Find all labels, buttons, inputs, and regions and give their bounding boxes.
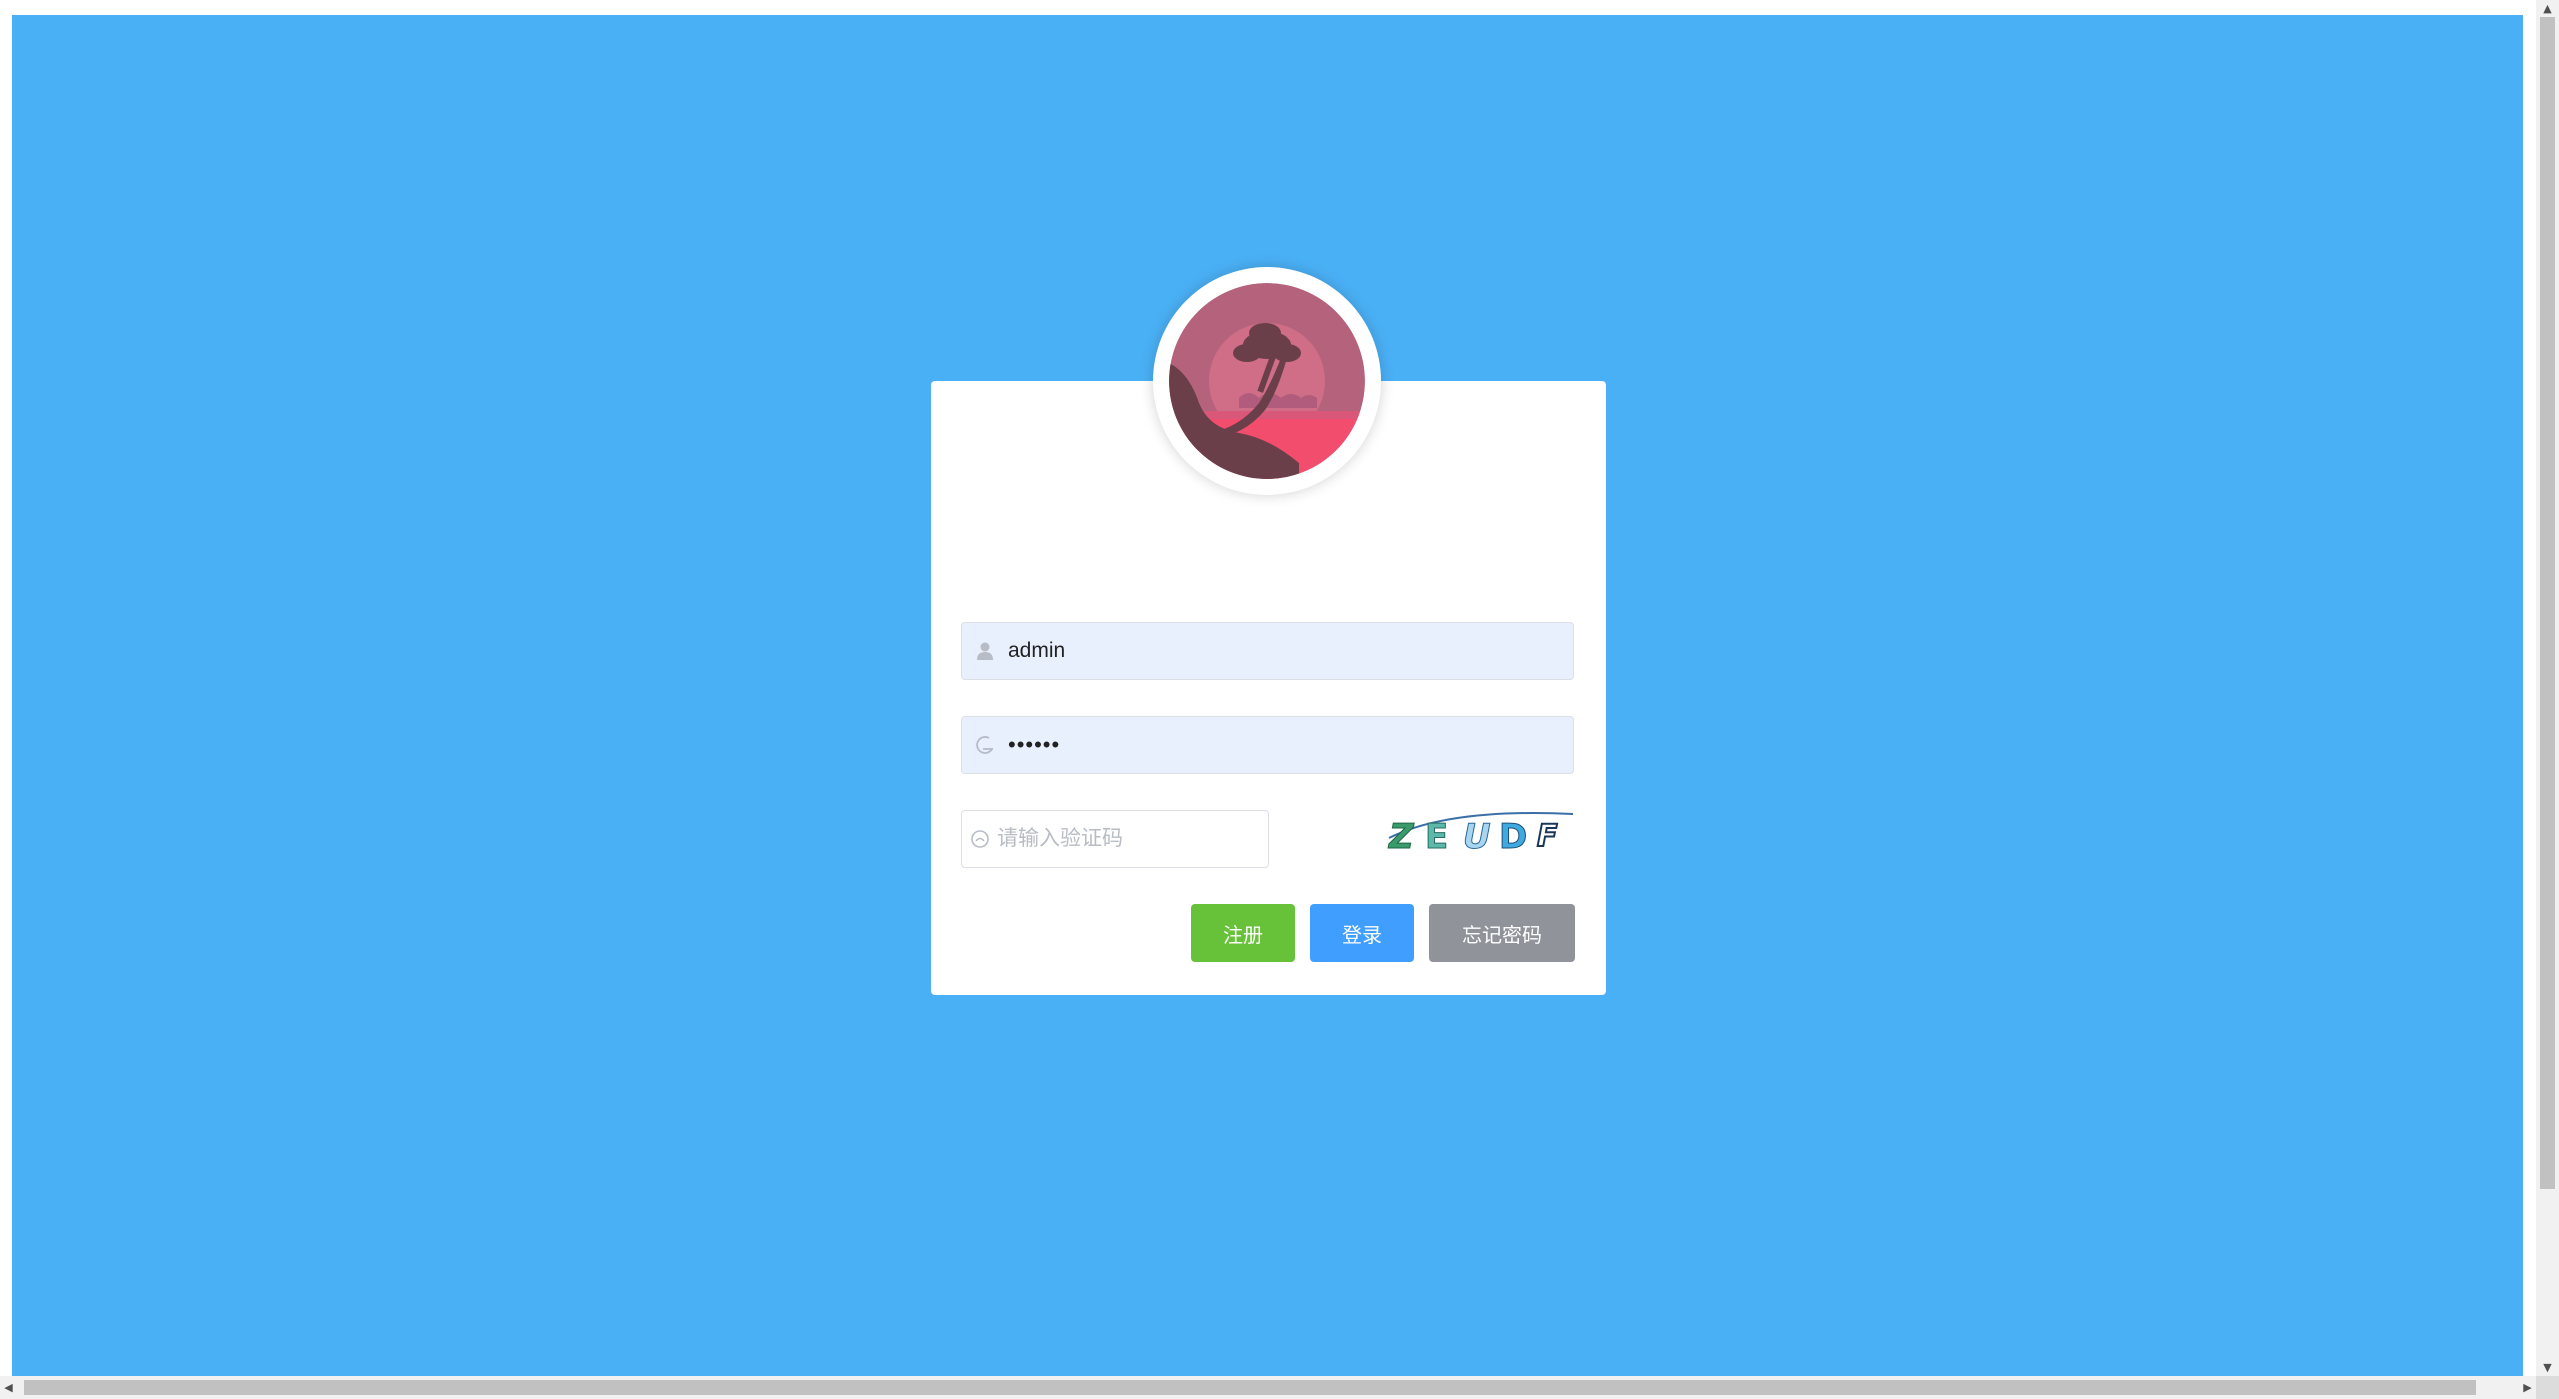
scroll-up-arrow-icon[interactable]: ▲ xyxy=(2536,0,2559,17)
scroll-right-arrow-icon[interactable]: ▶ xyxy=(2519,1376,2536,1399)
scroll-down-arrow-icon[interactable]: ▼ xyxy=(2536,1359,2559,1376)
username-input[interactable] xyxy=(1008,623,1573,679)
captcha-image[interactable]: Z E U D F xyxy=(1385,808,1575,858)
avatar-frame xyxy=(1153,267,1381,495)
captcha-field[interactable] xyxy=(961,810,1269,868)
svg-text:D: D xyxy=(1499,817,1527,856)
scrollbar-corner xyxy=(2536,1376,2559,1399)
password-field[interactable] xyxy=(961,716,1574,774)
captcha-icon xyxy=(962,811,997,867)
window-left-edge xyxy=(0,0,12,1399)
svg-text:U: U xyxy=(1463,817,1491,856)
svg-text:E: E xyxy=(1425,817,1448,856)
register-button[interactable]: 注册 xyxy=(1191,904,1295,962)
sunset-tree-avatar-icon xyxy=(1169,283,1365,479)
forgot-password-button[interactable]: 忘记密码 xyxy=(1429,904,1575,962)
lock-icon xyxy=(962,717,1008,773)
user-icon xyxy=(962,623,1008,679)
vertical-scrollbar[interactable]: ▲ ▼ xyxy=(2536,0,2559,1376)
svg-text:Z: Z xyxy=(1388,817,1415,856)
login-button[interactable]: 登录 xyxy=(1310,904,1414,962)
scroll-left-arrow-icon[interactable]: ◀ xyxy=(0,1376,17,1399)
window-top-edge xyxy=(0,0,2559,15)
password-input[interactable] xyxy=(1008,717,1573,773)
horizontal-scroll-thumb[interactable] xyxy=(24,1380,2476,1395)
captcha-input[interactable] xyxy=(997,811,1268,867)
horizontal-scrollbar[interactable]: ◀ ▶ xyxy=(0,1376,2536,1399)
svg-text:F: F xyxy=(1537,819,1558,854)
username-field[interactable] xyxy=(961,622,1574,680)
vertical-scroll-thumb[interactable] xyxy=(2540,17,2555,1189)
